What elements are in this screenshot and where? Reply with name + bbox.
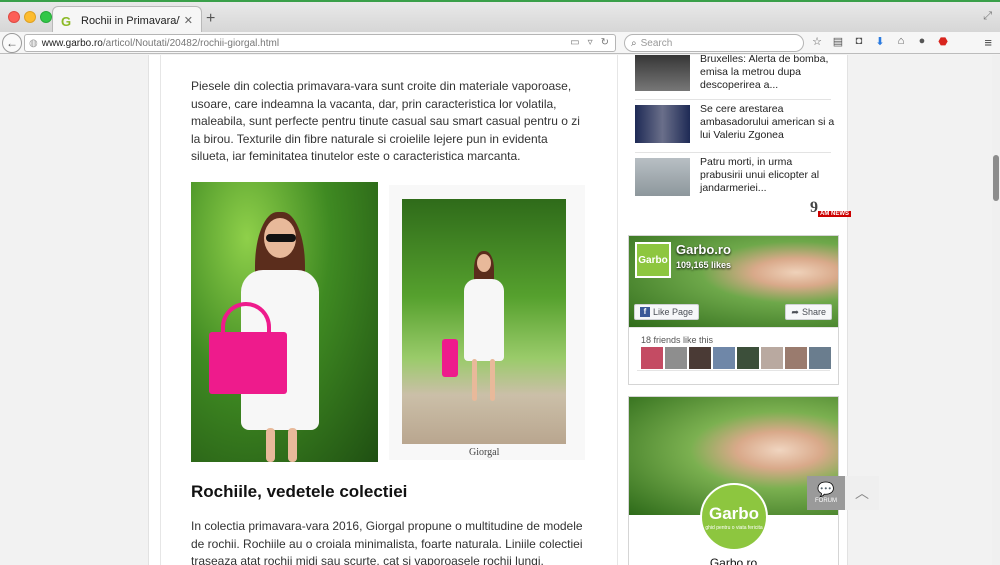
promo-site-name[interactable]: Garbo.ro	[629, 556, 838, 565]
page-scrollbar[interactable]	[992, 55, 1000, 565]
article-paragraph: In colectia primavara-vara 2016, Giorgal…	[191, 519, 583, 565]
facebook-friends-area: 18 friends like this	[629, 327, 838, 384]
close-window-button[interactable]	[8, 11, 20, 23]
news-headline[interactable]: Se cere arestarea ambasadorului american…	[700, 103, 835, 143]
chat-icon[interactable]: ●	[915, 35, 929, 48]
avatar[interactable]	[665, 347, 687, 369]
friends-like-text: 18 friends like this	[641, 335, 714, 345]
reader-view-icon[interactable]: ▭	[570, 37, 579, 48]
address-bar[interactable]: ◍ www.garbo.ro /articol/Noutati/20482/ro…	[24, 34, 616, 52]
minimize-window-button[interactable]	[24, 11, 36, 23]
divider	[635, 152, 831, 153]
avatar[interactable]	[689, 347, 711, 369]
article-paragraph: Piesele din colectia primavara-vara sunt…	[191, 79, 580, 163]
like-page-button[interactable]: f Like Page	[634, 304, 700, 320]
garbo-favicon-icon: G	[61, 13, 72, 29]
url-domain: www.garbo.ro	[41, 37, 103, 49]
news-thumbnail	[635, 158, 690, 196]
pocket-icon[interactable]: ◘	[852, 35, 866, 48]
9am-news-logo[interactable]: 9 AM NEWS	[810, 199, 851, 217]
avatar[interactable]	[737, 347, 759, 369]
section-heading: Rochiile, vedetele colectiei	[191, 482, 408, 501]
avatar[interactable]	[641, 347, 663, 369]
avatar[interactable]	[761, 347, 783, 369]
news-headline[interactable]: Patru morti, in urma prabusirii unui eli…	[700, 156, 835, 196]
search-icon: ⌕	[631, 37, 637, 49]
news-thumbnail	[635, 105, 690, 143]
url-path: /articol/Noutati/20482/rochii-giorgal.ht…	[102, 37, 280, 49]
hamburger-menu-icon[interactable]: ≡	[984, 35, 992, 50]
news-headline[interactable]: Bruxelles: Alerta de bomba, emisa la met…	[700, 55, 835, 93]
forum-label: FORUM	[815, 498, 837, 504]
facebook-friends-box: 18 friends like this	[637, 331, 831, 371]
new-tab-button[interactable]: +	[206, 10, 215, 28]
tab-title: Rochii in Primavara/Vara ...	[81, 14, 180, 27]
window-titlebar: G Rochii in Primavara/Vara ... ✕ + ⤢	[0, 0, 1000, 34]
search-placeholder: Search	[640, 37, 673, 49]
facebook-page-name[interactable]: Garbo.ro	[676, 242, 731, 257]
share-arrow-icon: ➦	[791, 306, 799, 317]
garbo-round-logo[interactable]: Garbo ghid pentru o viata fericita	[700, 483, 768, 551]
speech-bubble-icon: 💬	[817, 481, 835, 497]
scroll-to-top-button[interactable]: ︿	[845, 476, 879, 510]
promo-tagline: ghid pentru o viata fericita	[705, 524, 763, 531]
dropdown-arrow-icon[interactable]: ▿	[588, 37, 593, 48]
article-photo-model-pink-bag	[191, 182, 378, 462]
browser-tab[interactable]: G Rochii in Primavara/Vara ... ✕	[52, 6, 202, 34]
facebook-likes-count: 109,165 likes	[676, 260, 732, 270]
facebook-icon: f	[640, 307, 650, 317]
logo-number: 9	[810, 199, 818, 216]
web-page: Piesele din colectia primavara-vara sunt…	[0, 55, 992, 565]
facebook-page-widget: Garbo Garbo.ro 109,165 likes f Like Page…	[628, 235, 839, 385]
maximize-window-button[interactable]	[40, 11, 52, 23]
globe-icon: ◍	[29, 37, 38, 49]
back-button[interactable]: ←	[2, 33, 22, 53]
avatar[interactable]	[713, 347, 735, 369]
close-tab-icon[interactable]: ✕	[184, 14, 193, 27]
download-icon[interactable]: ⬇	[873, 35, 887, 48]
forum-button[interactable]: 💬 FORUM	[807, 476, 845, 510]
news-item[interactable]: Se cere arestarea ambasadorului american…	[635, 103, 835, 147]
arrow-left-icon: ←	[6, 36, 18, 50]
chevron-up-icon: ︿	[855, 485, 869, 501]
fullscreen-icon[interactable]: ⤢	[983, 10, 992, 23]
news-item[interactable]: Patru morti, in urma prabusirii unui eli…	[635, 156, 835, 200]
facebook-cover-image[interactable]: Garbo Garbo.ro 109,165 likes f Like Page…	[629, 236, 838, 327]
bookmarks-list-icon[interactable]: ▤	[831, 35, 845, 48]
promo-logo-text: Garbo	[708, 503, 760, 523]
photo-caption: Giorgal	[469, 447, 500, 458]
avatar[interactable]	[785, 347, 807, 369]
logo-sub: AM NEWS	[818, 211, 851, 217]
friend-avatars	[641, 347, 831, 369]
adblock-icon[interactable]: ⬣	[936, 35, 950, 48]
reload-icon[interactable]: ↻	[601, 37, 609, 48]
article-photo-model-walking	[402, 199, 566, 444]
bookmark-star-icon[interactable]: ☆	[810, 35, 824, 48]
news-thumbnail	[635, 55, 690, 91]
share-button[interactable]: ➦ Share	[785, 304, 832, 320]
garbo-logo[interactable]: Garbo	[635, 242, 671, 278]
home-icon[interactable]: ⌂	[894, 35, 908, 48]
scrollbar-thumb[interactable]	[993, 155, 999, 201]
navigation-toolbar: ← ◍ www.garbo.ro /articol/Noutati/20482/…	[0, 32, 1000, 54]
divider	[635, 99, 831, 100]
share-label: Share	[801, 307, 826, 317]
search-input[interactable]: ⌕ Search	[624, 34, 804, 52]
like-page-label: Like Page	[653, 307, 694, 317]
news-item[interactable]: Bruxelles: Alerta de bomba, emisa la met…	[635, 55, 835, 97]
avatar[interactable]	[809, 347, 831, 369]
